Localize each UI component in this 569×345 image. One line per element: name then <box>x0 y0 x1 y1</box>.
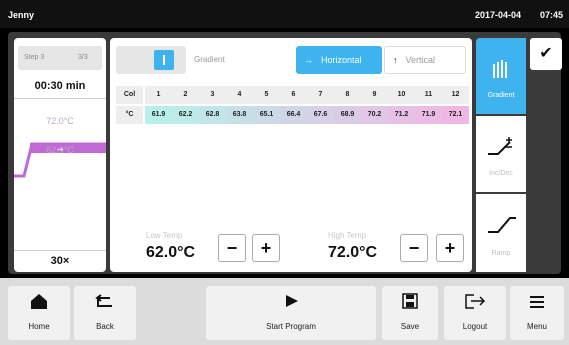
confirm-button[interactable]: ✔ <box>530 38 562 70</box>
column-number: 2 <box>172 86 199 104</box>
user-name: Jenny <box>8 10 35 20</box>
column-temperature: 61.9 <box>145 106 172 124</box>
status-bar: Jenny 2017-04-04 07:45 <box>0 0 569 28</box>
vertical-label: Vertical <box>405 55 436 65</box>
low-temp-label: Low Temp <box>146 231 183 240</box>
play-icon <box>286 295 298 307</box>
save-button[interactable]: Save <box>382 286 438 340</box>
menu-label: Menu <box>526 322 547 331</box>
ramp-icon <box>488 217 516 233</box>
tab-gradient[interactable]: Gradient <box>476 38 526 114</box>
home-label: Home <box>28 322 50 331</box>
save-icon <box>402 293 418 309</box>
column-number: 11 <box>415 86 442 104</box>
gradient-bars-icon <box>493 60 507 78</box>
logout-button[interactable]: Logout <box>444 286 506 340</box>
column-temperature: 72.1 <box>442 106 469 124</box>
save-label: Save <box>400 322 420 331</box>
bottom-bar: Home Back Start Program Save Logout Menu <box>0 278 569 345</box>
gradient-label: Gradient <box>194 55 225 64</box>
column-temperature: 71.9 <box>415 106 442 124</box>
cycle-count[interactable]: 30× <box>14 250 106 272</box>
column-temperature: 63.8 <box>226 106 253 124</box>
back-button[interactable]: Back <box>74 286 136 340</box>
tab-gradient-label: Gradient <box>487 92 515 99</box>
column-number: 1 <box>145 86 172 104</box>
column-temperature: 62.2 <box>172 106 199 124</box>
back-arrow-icon <box>95 294 112 307</box>
column-temperature: 71.2 <box>388 106 415 124</box>
horizontal-label: Horizontal <box>321 55 362 65</box>
menu-button[interactable]: Menu <box>510 286 564 340</box>
back-label: Back <box>96 322 114 331</box>
home-button[interactable]: Home <box>8 286 70 340</box>
column-number: 5 <box>253 86 280 104</box>
column-number: 10 <box>388 86 415 104</box>
column-temperature: 62.8 <box>199 106 226 124</box>
column-temperature: 68.9 <box>334 106 361 124</box>
profile-graph: → <box>14 142 106 178</box>
arrow-right-icon: → <box>304 55 313 65</box>
column-temperature: 70.2 <box>361 106 388 124</box>
column-number: 6 <box>280 86 307 104</box>
high-temp-value[interactable]: 72.0°C <box>328 244 377 262</box>
column-temperature: 67.6 <box>307 106 334 124</box>
gradient-toggle[interactable] <box>116 46 186 74</box>
low-temp-minus-button[interactable]: − <box>218 234 246 262</box>
column-number: 7 <box>307 86 334 104</box>
column-number: 9 <box>361 86 388 104</box>
start-program-button[interactable]: Start Program <box>206 286 376 340</box>
column-number: 3 <box>199 86 226 104</box>
column-temperature: 66.4 <box>280 106 307 124</box>
tab-ramp[interactable]: Ramp <box>476 194 526 272</box>
start-program-label: Start Program <box>266 322 316 331</box>
profile-temp-high: 72.0°C <box>46 116 74 126</box>
column-number: 8 <box>334 86 361 104</box>
high-temp-label: High Temp <box>328 231 367 240</box>
tab-inc-dec-label: Inc/Dec <box>489 170 513 177</box>
column-number: 12 <box>442 86 469 104</box>
logout-label: Logout <box>462 322 488 331</box>
low-temp-value[interactable]: 62.0°C <box>146 244 195 262</box>
step-panel[interactable]: Step 3 3/3 00:30 min → 72.0°C 62.0°C 30× <box>14 38 106 272</box>
arrow-up-icon: ↑ <box>393 55 398 65</box>
time: 07:45 <box>539 10 563 20</box>
table-header-temp: °C <box>116 106 143 124</box>
low-temp-plus-button[interactable]: + <box>252 234 280 262</box>
tab-inc-dec[interactable]: Inc/Dec <box>476 116 526 192</box>
gradient-editor: Gradient → Horizontal ↑ Vertical Col °C 1 6… <box>110 38 472 272</box>
tab-ramp-label: Ramp <box>491 250 511 257</box>
high-temp-plus-button[interactable]: + <box>436 234 464 262</box>
profile-temp-low: 62.0°C <box>46 145 74 155</box>
checkmark-icon: ✔ <box>539 45 553 62</box>
high-temp-minus-button[interactable]: − <box>400 234 428 262</box>
date: 2017-04-04 <box>474 10 521 20</box>
inc-dec-icon <box>488 137 512 155</box>
table-header-col: Col <box>116 86 143 104</box>
column-number: 4 <box>226 86 253 104</box>
toggle-knob <box>154 50 174 70</box>
horizontal-button[interactable]: → Horizontal <box>296 46 382 74</box>
menu-icon <box>530 296 544 308</box>
vertical-button[interactable]: ↑ Vertical <box>384 46 466 74</box>
logout-icon <box>465 294 486 309</box>
column-temperature: 65.1 <box>253 106 280 124</box>
home-icon <box>31 294 47 309</box>
